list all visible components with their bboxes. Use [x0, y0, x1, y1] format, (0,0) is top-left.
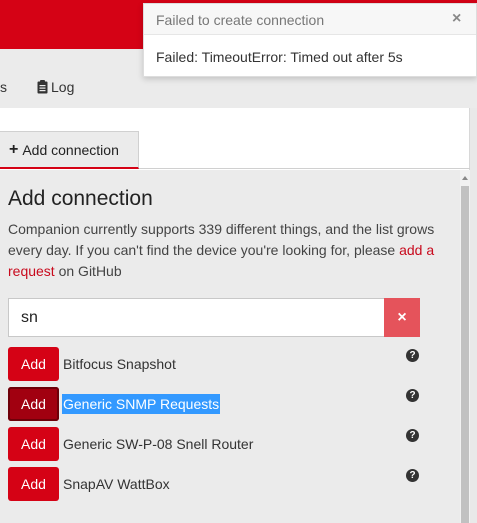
search-input[interactable]: [8, 298, 384, 337]
list-item: Add SnapAV WattBox ?: [8, 467, 423, 501]
times-icon: ×: [397, 308, 407, 326]
toast-title: Failed to create connection: [156, 12, 325, 28]
add-button[interactable]: Add: [8, 427, 59, 461]
nav-item-truncated[interactable]: s: [0, 79, 7, 95]
add-button[interactable]: Add: [8, 467, 59, 501]
module-label: Bitfocus Snapshot: [63, 356, 176, 372]
list-item: Add Generic SW-P-08 Snell Router ?: [8, 427, 423, 461]
clipboard-icon: [37, 80, 48, 94]
nav-item-log[interactable]: Log: [37, 79, 74, 95]
page-title: Add connection: [8, 187, 153, 210]
list-item: Add Bitfocus Snapshot ?: [8, 347, 423, 381]
module-label: Generic SW-P-08 Snell Router: [63, 436, 254, 452]
clear-search-button[interactable]: ×: [384, 298, 420, 337]
toast-header: Failed to create connection ×: [144, 4, 476, 35]
module-label: SnapAV WattBox: [63, 476, 170, 492]
description-text: Companion currently supports 339 differe…: [8, 221, 435, 258]
module-label: Generic SNMP Requests: [62, 394, 221, 414]
question-circle-icon[interactable]: ?: [406, 469, 419, 482]
list-item: Add Generic SNMP Requests ?: [8, 387, 423, 421]
search-group: ×: [8, 298, 420, 337]
tab-label: Add connection: [22, 141, 119, 158]
nav-item-label: s: [0, 79, 7, 95]
description-suffix: on GitHub: [54, 263, 122, 279]
scrollbar-thumb[interactable]: [461, 186, 469, 523]
question-circle-icon[interactable]: ?: [406, 429, 419, 442]
description: Companion currently supports 339 differe…: [8, 219, 448, 282]
plus-icon: +: [9, 140, 19, 158]
add-button[interactable]: Add: [8, 347, 59, 381]
question-circle-icon[interactable]: ?: [406, 349, 419, 362]
error-toast: Failed to create connection × Failed: Ti…: [143, 3, 477, 77]
add-button[interactable]: Add: [8, 387, 59, 421]
tab-divider: [139, 168, 470, 169]
nav-item-label: Log: [51, 79, 75, 95]
close-icon[interactable]: ×: [452, 10, 461, 28]
question-circle-icon[interactable]: ?: [406, 389, 419, 402]
tab-add-connection[interactable]: + Add connection: [0, 131, 139, 169]
toast-message: Failed: TimeoutError: Timed out after 5s: [156, 49, 403, 65]
scroll-up-arrow[interactable]: [462, 176, 468, 180]
